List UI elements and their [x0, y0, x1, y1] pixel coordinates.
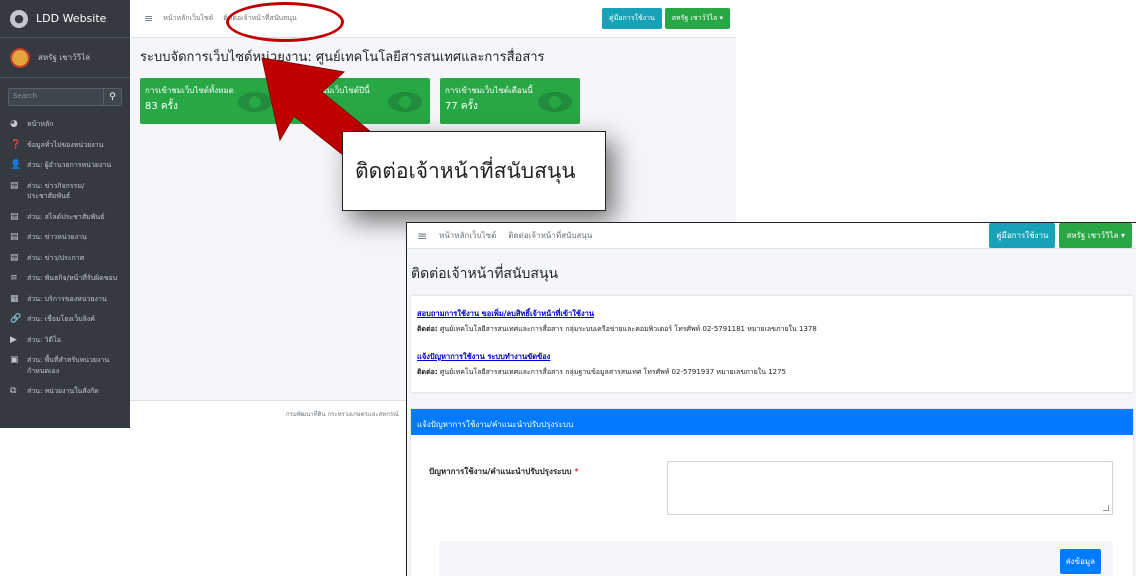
manual-button[interactable]: คู่มือการใช้งาน	[602, 8, 662, 29]
sidebar-nav: ◕ หน้าหลัก ❓ ข้อมูลทั่วไปของหน่วยงาน 👤 ส่วน…	[0, 114, 130, 402]
newspaper-icon: ▤	[10, 232, 19, 242]
table-icon: ▦	[10, 293, 19, 304]
sidebar-item-label: ส่วน: ผู้อำนวยการหน่วยงาน	[27, 161, 112, 169]
feedback-label-text: ปัญหาการใช้งาน/คำแนะนำปรับปรุงระบบ	[429, 467, 572, 476]
sidebar-item-label: ส่วน: สไลด์ประชาสัมพันธ์	[27, 212, 105, 221]
palette-icon: ◕	[10, 119, 18, 129]
contact-info-card: สอบถามการใช้งาน ขอเพิ่ม/ลบสิทธิ์เจ้าหน้า…	[411, 296, 1133, 392]
support-page-screenshot: ≡ หน้าหลักเว็บไซต์ ติดต่อเจ้าหน้าที่สนับ…	[406, 222, 1136, 576]
highlight-ring	[226, 2, 344, 42]
submit-button[interactable]: ส่งข้อมูล	[1059, 549, 1101, 574]
form-header: แจ้งปัญหาการใช้งาน/คำแนะนำปรับปรุงระบบ	[411, 409, 1133, 435]
sidebar-user-name: สหรัฐ เชาว์วิไล	[38, 53, 90, 62]
sidebar-item-video[interactable]: ▶ ส่วน: วิดีโอ	[6, 330, 124, 351]
question-circle-icon: ❓	[10, 139, 22, 150]
top-navbar: ≡ หน้าหลักเว็บไซต์ ติดต่อเจ้าหน้าที่สนับ…	[407, 223, 1136, 249]
contact-line-problem: ติดต่อ: ศูนย์เทคโนโลยีสารสนเทศและการสื่อ…	[417, 367, 1127, 378]
feedback-form-card: แจ้งปัญหาการใช้งาน/คำแนะนำปรับปรุงระบบ ป…	[411, 409, 1133, 576]
user-menu-button[interactable]: สหรัฐ เชาว์วิไล ▾	[1059, 223, 1132, 248]
sidebar-item-slides[interactable]: ▤ ส่วน: สไลด์ประชาสัมพันธ์	[6, 207, 124, 228]
sidebar-item-label: ส่วน: หน่วยงานในสังกัด	[27, 387, 99, 395]
sidebar-user[interactable]: สหรัฐ เชาว์วิไล	[0, 38, 130, 78]
play-circle-icon: ▶	[10, 334, 17, 345]
brand[interactable]: ● LDD Website	[0, 0, 130, 38]
sidebar-item-sub-units[interactable]: ⧉ ส่วน: หน่วยงานในสังกัด	[6, 381, 124, 402]
hamburger-icon[interactable]: ≡	[417, 229, 427, 243]
brand-name: LDD Website	[36, 12, 107, 25]
newspaper-icon: ▤	[10, 211, 19, 222]
composite-screenshot: ● LDD Website สหรัฐ เชาว์วิไล Search ⚲ ◕…	[0, 0, 1136, 576]
contact-text: ศูนย์เทคโนโลยีสารสนเทศและการสื่อสาร กลุ่…	[437, 325, 817, 333]
sidebar-item-label: ส่วน: ข่าวหน่วยงาน	[27, 233, 87, 241]
stat-box-year: การเข้าชมเว็บไซต์ปีนี้ 83 ครั้ง	[290, 78, 430, 124]
hamburger-icon[interactable]: ≡	[144, 12, 153, 25]
sidebar-search-input[interactable]: Search	[8, 88, 104, 106]
sidebar-item-mission[interactable]: ≡ ส่วน: พันธกิจ/หน้าที่รับผิดชอบ	[6, 268, 124, 289]
stat-box-total: การเข้าชมเว็บไซต์ทั้งหมด 83 ครั้ง	[140, 78, 280, 124]
sidebar-item-label: ส่วน: พันธกิจ/หน้าที่รับผิดชอบ	[27, 274, 118, 282]
feedback-label: ปัญหาการใช้งาน/คำแนะนำปรับปรุงระบบ *	[429, 465, 579, 478]
page-title: ติดต่อเจ้าหน้าที่สนับสนุน	[411, 266, 559, 282]
sidebar-item-services[interactable]: ▦ ส่วน: บริการของหน่วยงาน	[6, 289, 124, 310]
feedback-textarea[interactable]	[667, 461, 1113, 515]
list-icon: ≡	[10, 273, 18, 283]
contact-text: ศูนย์เทคโนโลยีสารสนเทศและการสื่อสาร กลุ่…	[437, 368, 787, 376]
breadcrumb-home[interactable]: หน้าหลักเว็บไซต์	[163, 13, 213, 24]
page-title: ระบบจัดการเว็บไซต์หน่วยงาน: ศูนย์เทคโนโล…	[140, 50, 545, 65]
user-menu-button[interactable]: สหรัฐ เชาว์วิไล ▾	[664, 8, 730, 29]
required-mark: *	[574, 467, 579, 476]
contact-label: ติดต่อ:	[417, 368, 438, 376]
top-navbar: ≡ หน้าหลักเว็บไซต์ ติดต่อเจ้าหน้าที่สนับ…	[130, 0, 736, 38]
contact-label: ติดต่อ:	[417, 325, 438, 333]
sidebar-item-weblinks[interactable]: 🔗 ส่วน: เชื่อมโยงเว็บลิงค์	[6, 309, 124, 330]
sidebar-item-director[interactable]: 👤 ส่วน: ผู้อำนวยการหน่วยงาน	[6, 155, 124, 176]
sidebar-item-label: ส่วน: เชื่อมโยงเว็บลิงค์	[27, 315, 95, 323]
eye-icon	[538, 92, 572, 112]
link-icon: 🔗	[10, 314, 22, 324]
newspaper-icon: ▤	[10, 180, 19, 191]
callout-label: ติดต่อเจ้าหน้าที่สนับสนุน	[342, 131, 606, 211]
eye-icon	[388, 92, 422, 112]
form-footer: ส่งข้อมูล	[439, 541, 1113, 576]
sidebar-item-activity-news[interactable]: ▤ ส่วน: ข่าวกิจกรรม/ ประชาสัมพันธ์	[6, 176, 124, 207]
sidebar-item-label: ส่วน: พื้นที่สำหรับหน่วยงานกำหนดเอง	[27, 356, 110, 375]
sidebar: ● LDD Website สหรัฐ เชาว์วิไล Search ⚲ ◕…	[0, 0, 130, 428]
sidebar-item-home[interactable]: ◕ หน้าหลัก	[6, 114, 124, 135]
sidebar-item-label: ข้อมูลทั่วไปของหน่วยงาน	[27, 140, 104, 149]
sidebar-item-label: ส่วน: วิดีโอ	[27, 335, 62, 344]
sidebar-item-label: ส่วน: ข่าว/ประกาศ	[27, 253, 85, 262]
contact-title-access: สอบถามการใช้งาน ขอเพิ่ม/ลบสิทธิ์เจ้าหน้า…	[417, 309, 595, 318]
manual-button[interactable]: คู่มือการใช้งาน	[989, 223, 1056, 248]
contact-title-problem: แจ้งปัญหาการใช้งาน ระบบทำงานขัดข้อง	[417, 352, 551, 361]
stat-box-month: การเข้าชมเว็บไซต์เดือนนี้ 77 ครั้ง	[440, 78, 580, 124]
sidebar-item-unit-news[interactable]: ▤ ส่วน: ข่าวหน่วยงาน	[6, 227, 124, 248]
eye-icon	[238, 92, 272, 112]
sidebar-item-general-info[interactable]: ❓ ข้อมูลทั่วไปของหน่วยงาน	[6, 135, 124, 156]
brand-logo-icon: ●	[10, 9, 28, 28]
sidebar-search: Search ⚲	[8, 88, 122, 106]
avatar	[10, 47, 30, 68]
search-icon[interactable]: ⚲	[104, 88, 122, 106]
sidebar-item-label: หน้าหลัก	[27, 120, 54, 128]
window-icon: ▣	[10, 355, 19, 365]
user-icon: 👤	[10, 160, 22, 170]
sidebar-item-label: ส่วน: ข่าวกิจกรรม/ ประชาสัมพันธ์	[27, 181, 85, 201]
breadcrumb-support[interactable]: ติดต่อเจ้าหน้าที่สนับสนุน	[508, 229, 592, 242]
sidebar-item-announcements[interactable]: ▤ ส่วน: ข่าว/ประกาศ	[6, 248, 124, 269]
sitemap-icon: ⧉	[10, 386, 17, 396]
contact-line-access: ติดต่อ: ศูนย์เทคโนโลยีสารสนเทศและการสื่อ…	[417, 324, 1127, 335]
sidebar-item-custom-area[interactable]: ▣ ส่วน: พื้นที่สำหรับหน่วยงานกำหนดเอง	[6, 350, 124, 381]
sidebar-item-label: ส่วน: บริการของหน่วยงาน	[27, 294, 107, 303]
breadcrumb-home[interactable]: หน้าหลักเว็บไซต์	[439, 229, 496, 242]
newspaper-icon: ▤	[10, 252, 19, 263]
